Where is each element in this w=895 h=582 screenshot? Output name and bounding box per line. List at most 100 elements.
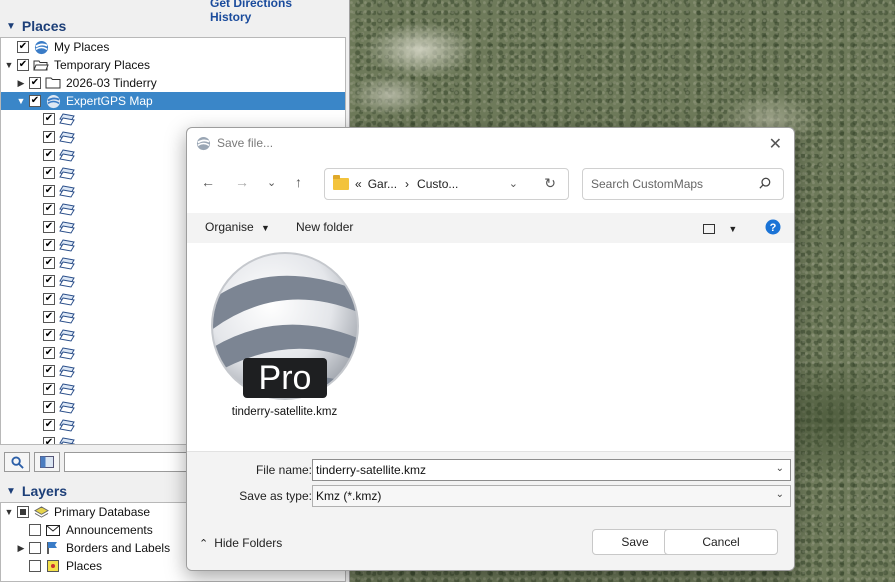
tree-label: Places	[66, 559, 103, 573]
image-overlay-icon	[59, 274, 75, 288]
place-icon	[45, 559, 61, 573]
layers-title: Layers	[21, 483, 68, 499]
breadcrumb-item-gar[interactable]: Gar...	[368, 177, 397, 191]
tree-row-my-places[interactable]: ✔ My Places	[1, 38, 345, 56]
dialog-titlebar[interactable]: Save file...	[187, 128, 794, 158]
collapse-triangle-icon[interactable]: ▼	[6, 486, 16, 497]
up-arrow-icon[interactable]: ↑	[295, 174, 302, 190]
cancel-button[interactable]: Cancel	[664, 529, 778, 555]
tree-row-temporary-places[interactable]: ▼ ✔ Temporary Places	[1, 56, 345, 74]
expand-arrow-icon[interactable]: ▶	[13, 78, 29, 89]
checkbox[interactable]: ✔	[43, 311, 55, 323]
places-header[interactable]: ▼ Places	[0, 15, 350, 37]
checkbox[interactable]: ✔	[43, 113, 55, 125]
image-overlay-icon	[59, 436, 75, 444]
checkbox[interactable]: ✔	[43, 419, 55, 431]
checkbox[interactable]	[29, 560, 41, 572]
checkbox[interactable]: ✔	[43, 365, 55, 377]
folder-search-input[interactable]: Search CustomMaps	[582, 168, 784, 200]
checkbox[interactable]: ✔	[29, 95, 41, 107]
overlay-item[interactable]: ✔	[1, 110, 345, 128]
checkbox[interactable]: ✔	[17, 59, 29, 71]
flag-icon	[45, 541, 61, 555]
refresh-icon[interactable]: ↻	[544, 175, 556, 192]
file-name-field-label: File name:	[255, 463, 312, 477]
breadcrumb-item-custo[interactable]: Custo...	[417, 177, 458, 191]
image-overlay-icon	[59, 292, 75, 306]
tree-label: Primary Database	[54, 505, 151, 519]
checkbox[interactable]	[29, 542, 41, 554]
image-overlay-icon	[59, 418, 75, 432]
search-placeholder: Search CustomMaps	[591, 177, 704, 191]
hide-folders-toggle[interactable]: ⌃ Hide Folders	[199, 536, 282, 550]
image-overlay-icon	[59, 382, 75, 396]
help-icon[interactable]: ?	[765, 219, 781, 238]
tree-label: ExpertGPS Map	[66, 94, 153, 108]
image-overlay-icon	[59, 364, 75, 378]
expand-arrow-icon[interactable]: ▼	[1, 507, 17, 517]
chevron-down-icon[interactable]: ⌄	[776, 489, 784, 500]
view-icon	[703, 223, 715, 234]
checkbox[interactable]: ✔	[43, 275, 55, 287]
checkbox[interactable]: ✔	[43, 257, 55, 269]
earth-icon	[45, 94, 61, 108]
checkbox[interactable]: ✔	[43, 383, 55, 395]
breadcrumb-overflow[interactable]: «	[355, 177, 362, 191]
tree-label: Borders and Labels	[66, 541, 171, 555]
back-arrow-icon[interactable]: ←	[201, 174, 215, 190]
checkbox[interactable]	[17, 506, 29, 518]
checkbox[interactable]: ✔	[43, 329, 55, 341]
panel-toggle-button[interactable]	[34, 452, 60, 472]
checkbox[interactable]: ✔	[43, 293, 55, 305]
address-bar[interactable]: « Gar... › Custo... ⌄ ↻	[324, 168, 569, 200]
checkbox[interactable]: ✔	[29, 77, 41, 89]
folder-open-icon	[33, 58, 49, 72]
forward-arrow-icon[interactable]: →	[235, 174, 249, 190]
file-name-field[interactable]: tinderry-satellite.kmz ⌄	[312, 459, 791, 481]
checkbox[interactable]: ✔	[43, 347, 55, 359]
recent-locations-chevron-icon[interactable]: ⌄	[267, 176, 276, 189]
checkbox[interactable]: ✔	[43, 149, 55, 161]
save-type-select[interactable]: Kmz (*.kmz) ⌄	[312, 485, 791, 507]
file-item[interactable]: Pro tinderry-satellite.kmz	[207, 251, 362, 418]
checkbox[interactable]: ✔	[43, 437, 55, 444]
organise-button[interactable]: Organise ▼	[205, 220, 270, 234]
image-overlay-icon	[59, 112, 75, 126]
checkbox[interactable]: ✔	[43, 167, 55, 179]
tree-row-tinderry[interactable]: ▶ ✔ 2026-03 Tinderry	[1, 74, 345, 92]
svg-text:?: ?	[770, 222, 777, 234]
checkbox[interactable]: ✔	[43, 131, 55, 143]
image-overlay-icon	[59, 238, 75, 252]
save-type-value: Kmz (*.kmz)	[316, 489, 382, 503]
checkbox[interactable]: ✔	[43, 221, 55, 233]
view-options-button[interactable]: ▼	[703, 221, 737, 235]
expand-arrow-icon[interactable]: ▶	[13, 543, 29, 554]
google-earth-pro-file-icon: Pro	[210, 252, 359, 400]
panel-icon	[40, 456, 54, 468]
tree-label: 2026-03 Tinderry	[66, 76, 157, 90]
close-icon[interactable]: ✕	[769, 134, 782, 154]
collapse-triangle-icon[interactable]: ▼	[6, 21, 16, 32]
places-title: Places	[21, 18, 67, 34]
checkbox[interactable]: ✔	[43, 239, 55, 251]
new-folder-button[interactable]: New folder	[296, 220, 353, 234]
earth-icon	[195, 136, 211, 150]
expand-arrow-icon[interactable]: ▼	[13, 96, 29, 106]
chevron-down-icon[interactable]: ⌄	[776, 463, 784, 474]
earth-icon	[33, 40, 49, 54]
layers-icon	[33, 505, 49, 519]
checkbox[interactable]: ✔	[43, 185, 55, 197]
checkbox[interactable]: ✔	[17, 41, 29, 53]
folder-icon	[45, 76, 61, 90]
checkbox[interactable]	[29, 524, 41, 536]
search-button[interactable]	[4, 452, 30, 472]
navigation-bar: ← → ⌄ ↑ « Gar... › Custo... ⌄ ↻ Search C…	[187, 166, 794, 202]
file-list[interactable]: Pro tinderry-satellite.kmz	[187, 243, 794, 451]
checkbox[interactable]: ✔	[43, 203, 55, 215]
image-overlay-icon	[59, 184, 75, 198]
tree-row-expertgps-map[interactable]: ▼ ✔ ExpertGPS Map	[1, 92, 345, 110]
get-directions-link[interactable]: Get Directions	[210, 0, 292, 10]
address-dropdown-icon[interactable]: ⌄	[509, 177, 518, 190]
checkbox[interactable]: ✔	[43, 401, 55, 413]
expand-arrow-icon[interactable]: ▼	[1, 60, 17, 70]
